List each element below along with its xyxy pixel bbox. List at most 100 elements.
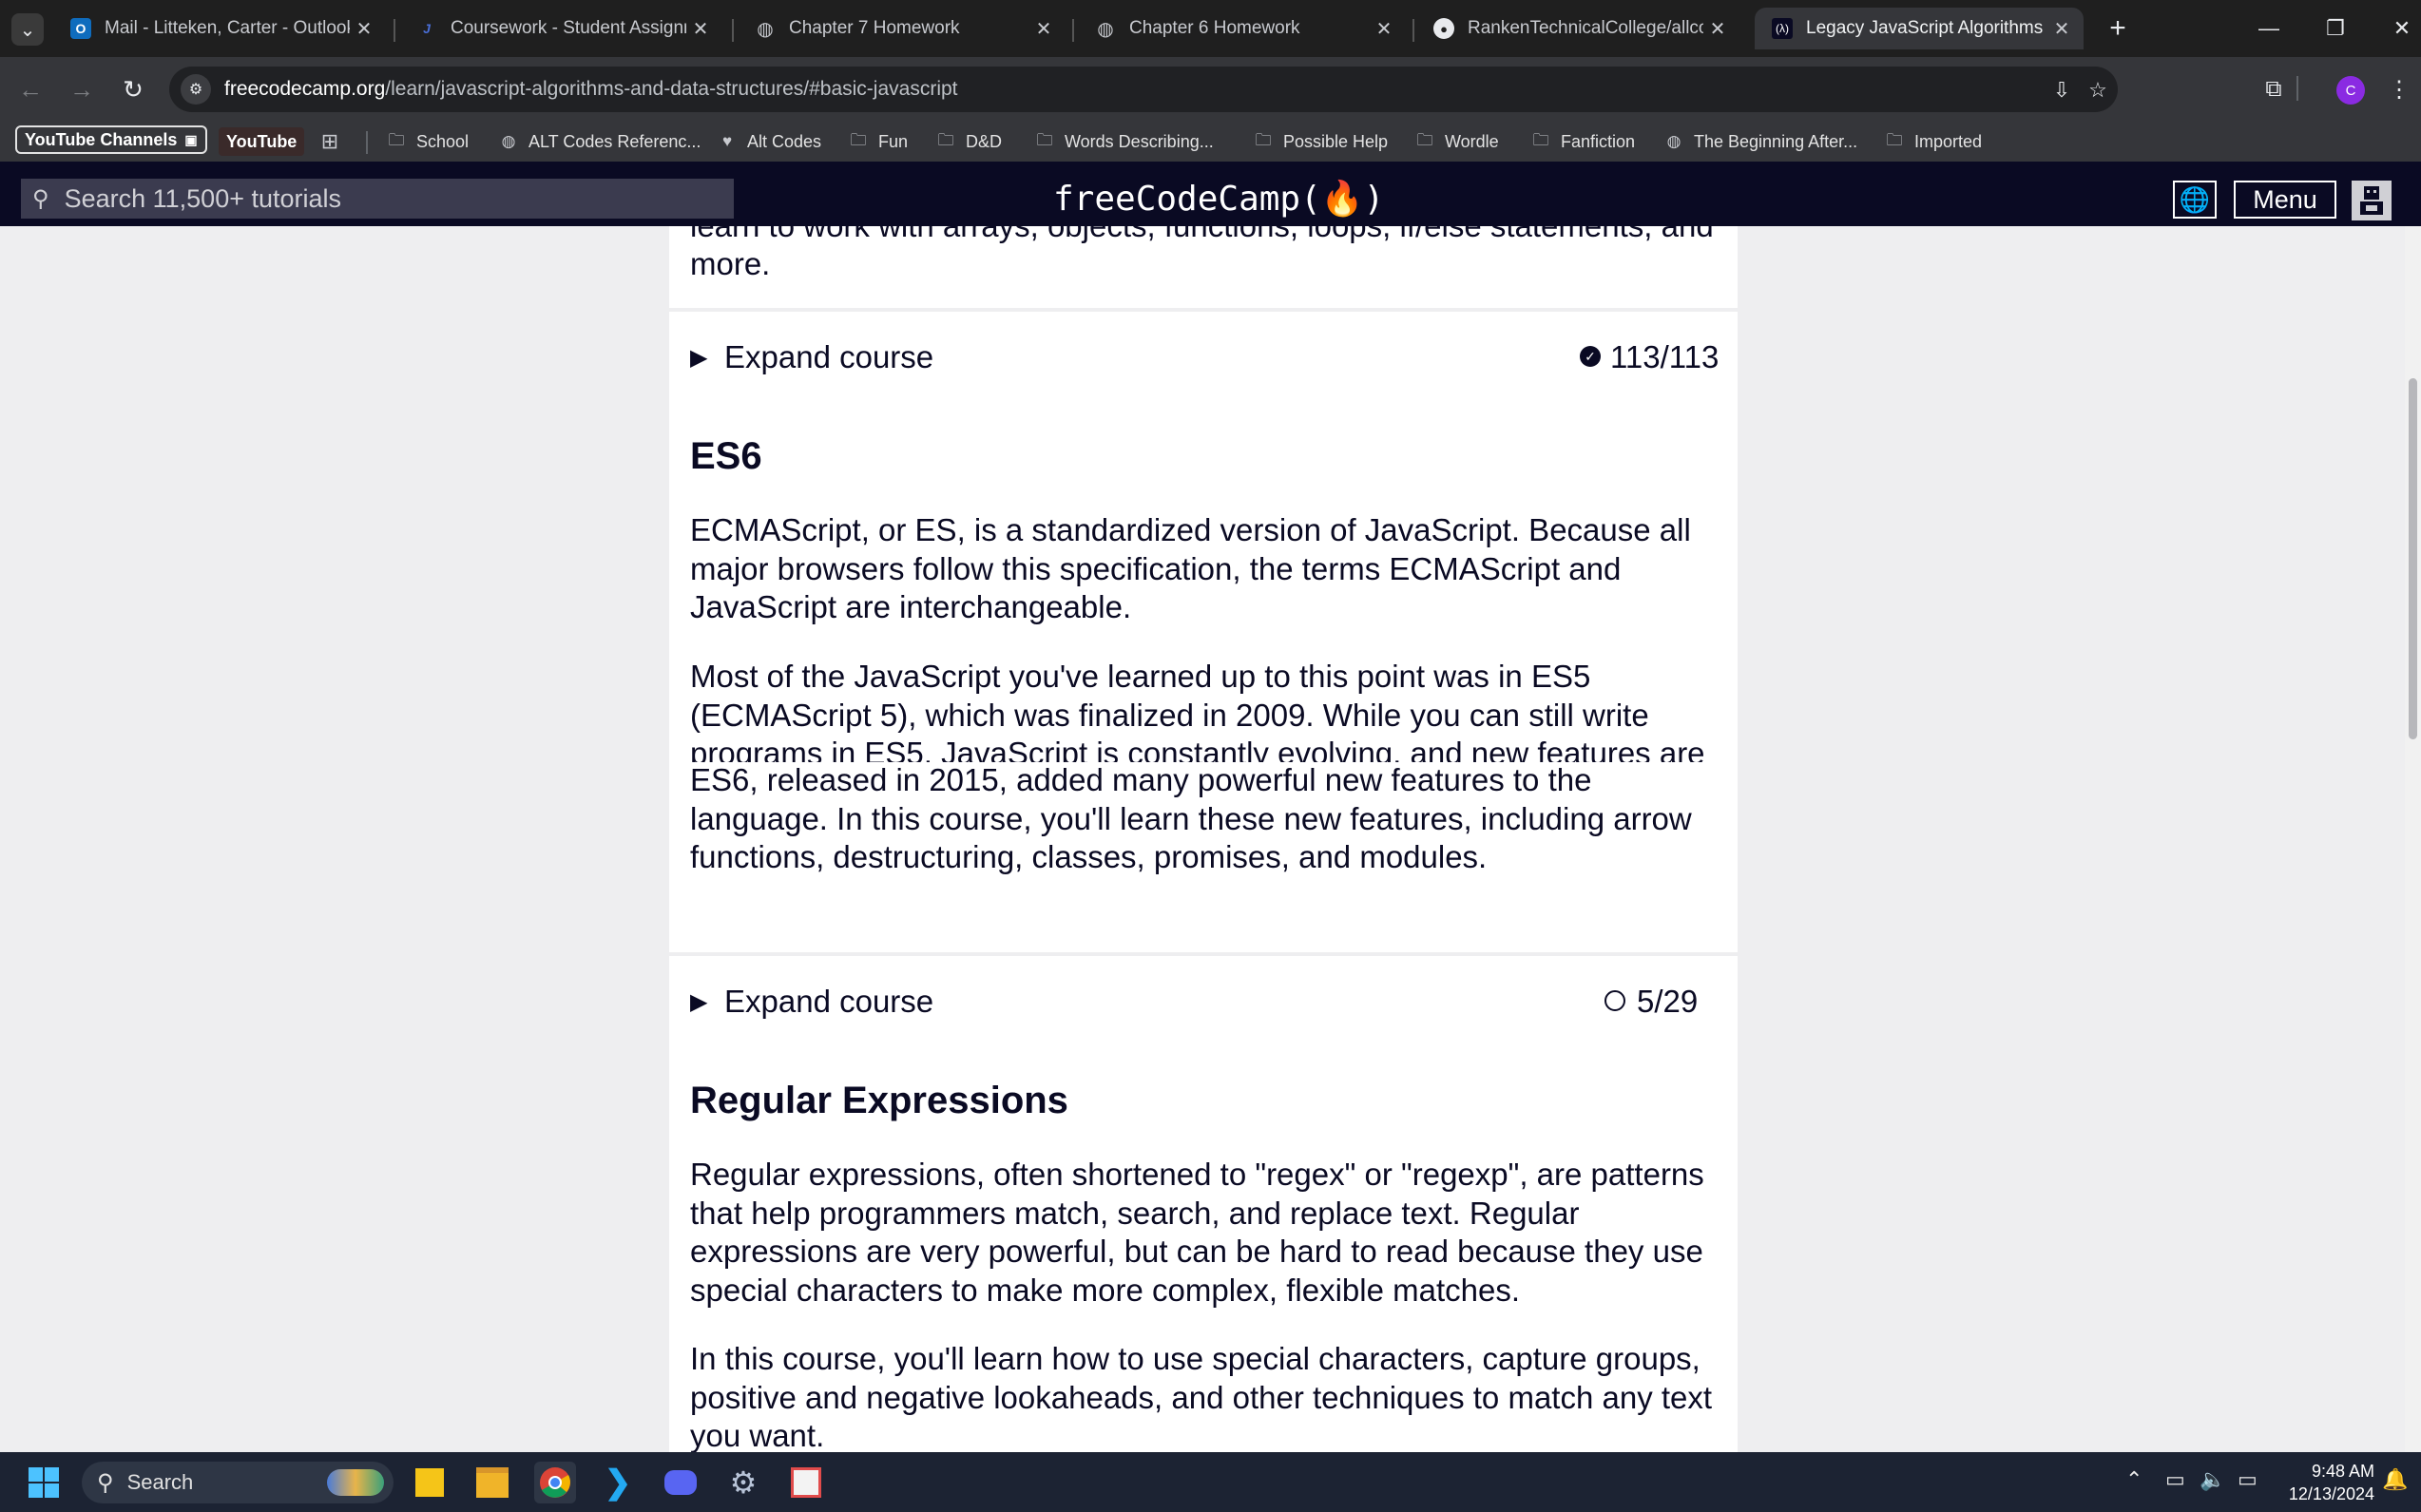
battery-icon[interactable]: ▭ bbox=[2238, 1467, 2258, 1492]
bookmark-folder-possible-help[interactable]: 🗀 Possible Help bbox=[1253, 127, 1389, 156]
address-bar[interactable]: ⚙ freecodecamp.org/learn/javascript-algo… bbox=[169, 67, 2118, 112]
tab-title: Mail - Litteken, Carter - Outlook bbox=[105, 18, 350, 38]
install-app-icon[interactable]: ⇩ bbox=[2046, 74, 2078, 106]
close-icon[interactable]: ✕ bbox=[686, 17, 715, 41]
close-icon[interactable]: ✕ bbox=[1370, 17, 1398, 41]
new-tab-plus-icon[interactable]: + bbox=[2099, 11, 2137, 46]
more-menu-icon[interactable]: ⋮ bbox=[2380, 70, 2418, 108]
folder-icon: 🗀 bbox=[1416, 130, 1433, 149]
discord-icon[interactable] bbox=[660, 1462, 701, 1503]
close-icon[interactable]: ✕ bbox=[350, 17, 378, 41]
close-icon[interactable]: ✕ bbox=[1703, 17, 1732, 41]
bookmark-youtube-channels[interactable]: YouTube Channels ▣ bbox=[15, 125, 207, 154]
reload-icon[interactable]: ↻ bbox=[114, 70, 152, 108]
bookmark-label: Alt Codes bbox=[747, 131, 822, 151]
fcc-logo[interactable]: freeCodeCamp(🔥) bbox=[1053, 179, 1384, 219]
system-clock[interactable]: 9:48 AM 12/13/2024 bbox=[2279, 1460, 2374, 1505]
es6-paragraph-1: ECMAScript, or ES, is a standardized ver… bbox=[690, 512, 1691, 624]
regex-card: Regular Expressions Regular expressions,… bbox=[669, 1045, 1738, 1452]
bookmark-youtube[interactable]: YouTube bbox=[219, 127, 305, 156]
avatar-icon bbox=[2360, 186, 2383, 215]
fcc-search-bar[interactable]: ⚲ bbox=[21, 179, 734, 219]
file-explorer-icon[interactable] bbox=[471, 1462, 513, 1503]
bookmark-folder-imported[interactable]: 🗀 Imported bbox=[1884, 127, 1983, 156]
page-scrollbar[interactable] bbox=[2405, 226, 2421, 1452]
bookmark-folder-fanfiction[interactable]: 🗀 Fanfiction bbox=[1530, 127, 1636, 156]
bookmark-folder-school[interactable]: 🗀 School bbox=[386, 127, 470, 156]
tray-chevron-up-icon[interactable]: ⌃ bbox=[2125, 1467, 2142, 1492]
caret-right-icon: ▶ bbox=[690, 989, 708, 1015]
snipping-tool-icon[interactable] bbox=[785, 1462, 827, 1503]
regex-paragraph-2: In this course, you'll learn how to use … bbox=[690, 1341, 1713, 1452]
tab-github[interactable]: ● RankenTechnicalCollege/allcourse ✕ bbox=[1416, 8, 1739, 49]
user-avatar[interactable] bbox=[2352, 181, 2392, 220]
tab-coursework[interactable]: J Coursework - Student Assignments ✕ bbox=[399, 8, 722, 49]
language-globe-icon[interactable]: 🌐 bbox=[2173, 181, 2217, 219]
chrome-icon bbox=[540, 1467, 570, 1498]
bookmark-folder-wordle[interactable]: 🗀 Wordle bbox=[1414, 127, 1499, 156]
fcc-menu-button[interactable]: Menu bbox=[2234, 181, 2336, 219]
close-icon[interactable]: ✕ bbox=[1029, 17, 1058, 41]
taskbar-search-label: Search bbox=[126, 1470, 194, 1494]
bookmark-label: YouTube bbox=[226, 131, 298, 151]
tab-chapter-7[interactable]: ◍ Chapter 7 Homework ✕ bbox=[738, 8, 1066, 49]
sticky-notes-icon[interactable] bbox=[409, 1462, 451, 1503]
forward-arrow-icon[interactable]: → bbox=[63, 70, 101, 108]
window-close-icon[interactable]: ✕ bbox=[2369, 0, 2421, 57]
folder-icon: 🗀 bbox=[1255, 130, 1272, 149]
expand-course-toggle[interactable]: ▶ Expand course 5/29 bbox=[669, 952, 1738, 1049]
bookmark-alt-codes[interactable]: ♥ Alt Codes bbox=[717, 127, 821, 156]
bookmark-folder-fun[interactable]: 🗀 Fun bbox=[848, 127, 909, 156]
url-text[interactable]: freecodecamp.org/learn/javascript-algori… bbox=[224, 78, 958, 101]
bookmarks-bar: YouTube Channels ▣ YouTube ⊞ 🗀 School ◍ ALT… bbox=[0, 122, 2421, 162]
clock-date: 12/13/2024 bbox=[2288, 1484, 2374, 1503]
scrollbar-thumb[interactable] bbox=[2409, 378, 2417, 739]
fcc-search-input[interactable] bbox=[62, 182, 713, 215]
github-icon: ● bbox=[1433, 18, 1454, 39]
es6-expand-row[interactable]: ▶ Expand course 5/29 bbox=[669, 952, 1738, 1049]
tab-title: RankenTechnicalCollege/allcourse bbox=[1468, 18, 1703, 38]
expand-course-label: Expand course bbox=[724, 984, 934, 1019]
bookmark-folder-words-describing[interactable]: 🗀 Words Describing... bbox=[1034, 127, 1214, 156]
heart-card-icon: ♥ bbox=[721, 132, 733, 150]
profile-avatar[interactable]: C bbox=[2336, 76, 2365, 105]
tab-outlook[interactable]: O Mail - Litteken, Carter - Outlook ✕ bbox=[53, 8, 386, 49]
search-icon: ⚲ bbox=[32, 185, 49, 212]
taskbar-search[interactable]: ⚲ Search bbox=[82, 1462, 394, 1503]
bookmark-label: The Beginning After... bbox=[1694, 131, 1858, 151]
expand-course-toggle[interactable]: ▶ Expand course ✓ 113/113 bbox=[669, 308, 1738, 405]
extensions-puzzle-icon[interactable]: ⧉ bbox=[2255, 70, 2293, 108]
bookmark-label: Fun bbox=[878, 131, 909, 151]
bookmark-star-icon[interactable]: ☆ bbox=[2082, 74, 2114, 106]
tab-title: Coursework - Student Assignments bbox=[451, 18, 686, 38]
apps-grid-icon[interactable]: ⊞ bbox=[319, 127, 350, 156]
bookmark-label: ALT Codes Referenc... bbox=[528, 131, 701, 151]
tab-freecodecamp-active[interactable]: (λ) Legacy JavaScript Algorithms and ✕ bbox=[1755, 8, 2084, 49]
incomplete-circle-icon bbox=[1604, 990, 1625, 1011]
minimize-icon[interactable]: — bbox=[2236, 0, 2302, 57]
url-domain: freecodecamp.org bbox=[224, 78, 386, 100]
bookmark-label: YouTube Channels bbox=[25, 129, 178, 149]
notification-bell-icon[interactable]: 🔔 bbox=[2382, 1467, 2408, 1492]
back-arrow-icon[interactable]: ← bbox=[11, 70, 49, 108]
bookmark-folder-dnd[interactable]: 🗀 D&D bbox=[935, 127, 1003, 156]
basic-javascript-expand-row[interactable]: ▶ Expand course ✓ 113/113 bbox=[669, 308, 1738, 405]
restore-icon[interactable]: ❐ bbox=[2302, 0, 2369, 57]
tab-chapter-6[interactable]: ◍ Chapter 6 Homework ✕ bbox=[1078, 8, 1406, 49]
bookmark-alt-codes-reference[interactable]: ◍ ALT Codes Referenc... bbox=[498, 127, 701, 156]
section-title-es6: ES6 bbox=[690, 435, 762, 477]
expand-course-label: Expand course bbox=[724, 339, 934, 374]
site-info-icon[interactable]: ⚙ bbox=[181, 74, 211, 105]
bookmarks-divider bbox=[366, 131, 368, 154]
chrome-taskbar-icon[interactable] bbox=[534, 1462, 576, 1503]
settings-gear-icon[interactable]: ⚙ bbox=[722, 1462, 764, 1503]
windows-start-icon[interactable] bbox=[23, 1462, 65, 1503]
folder-icon: 🗀 bbox=[1886, 130, 1903, 149]
volume-icon[interactable]: 🔈 bbox=[2200, 1467, 2225, 1492]
tab-search-chevron-icon[interactable]: ⌄ bbox=[11, 13, 44, 46]
vscode-icon[interactable]: ❯ bbox=[597, 1462, 639, 1503]
close-icon[interactable]: ✕ bbox=[2047, 17, 2076, 41]
clock-time: 9:48 AM bbox=[2311, 1462, 2374, 1481]
bookmark-the-beginning-after[interactable]: ◍ The Beginning After... bbox=[1663, 127, 1858, 156]
network-icon[interactable]: ▭ bbox=[2165, 1467, 2185, 1492]
